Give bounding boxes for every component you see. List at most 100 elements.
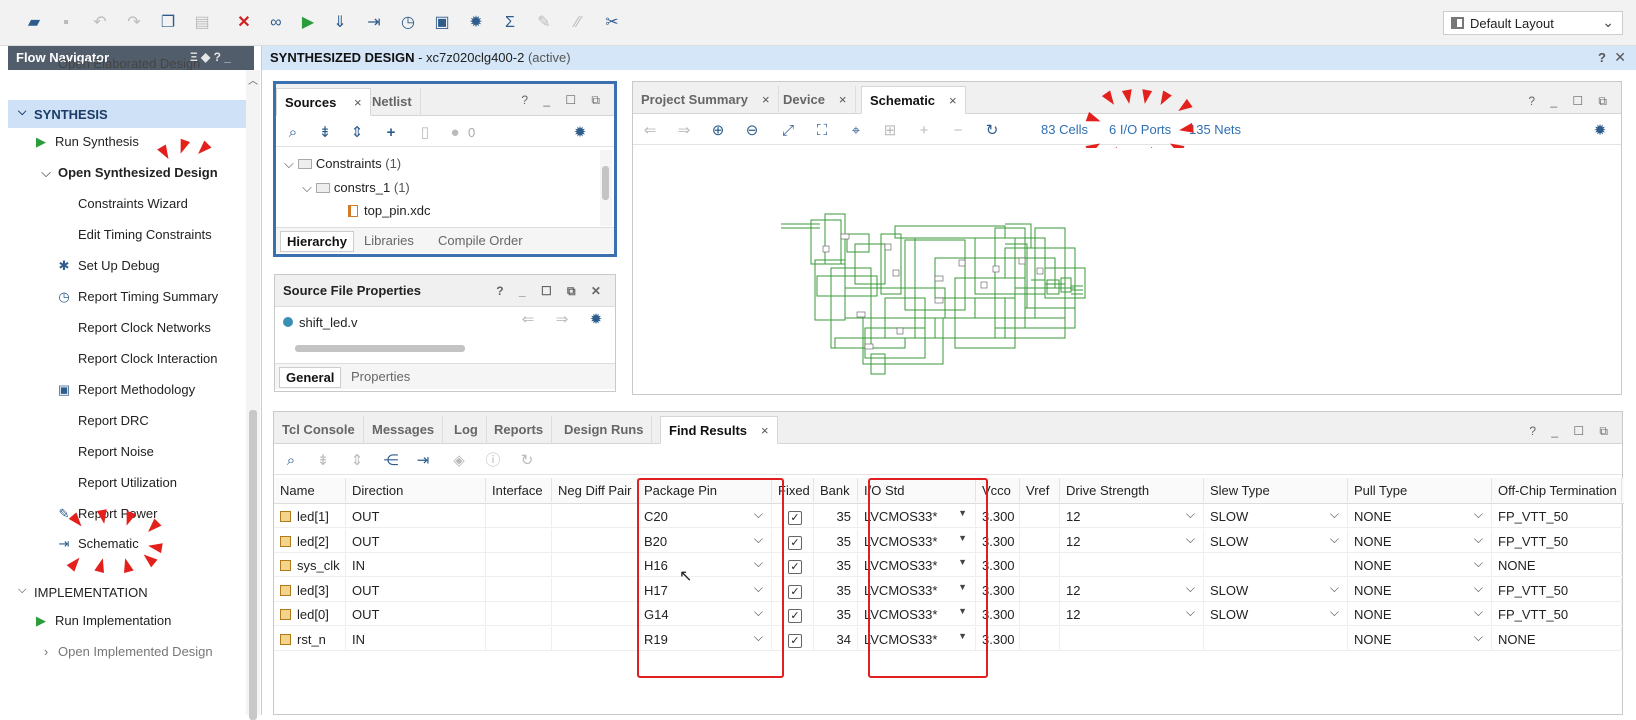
layout-select[interactable]: Default Layout ⌄ xyxy=(1443,11,1623,35)
open-synthesized-design[interactable]: ⌵ Open Synthesized Design xyxy=(41,165,218,180)
chevron-down-icon[interactable]: ⌵ xyxy=(1330,507,1339,522)
cells-count-link[interactable]: 83 Cells xyxy=(1041,122,1088,137)
tree-constrs[interactable]: ⌵ constrs_1 (1) xyxy=(302,180,410,196)
cell-pull[interactable]: NONE ⌵ xyxy=(1348,626,1492,651)
run-icon[interactable]: ▶ xyxy=(298,13,318,33)
save-icon[interactable]: ▪ xyxy=(56,13,76,33)
search-icon[interactable]: ⌕ xyxy=(284,124,302,142)
zoom-out-icon[interactable]: ⊖ xyxy=(743,122,761,140)
nets-count-link[interactable]: 135 Nets xyxy=(1189,122,1241,137)
sources-scrollbar[interactable] xyxy=(600,150,612,226)
tab-design-runs[interactable]: Design Runs xyxy=(556,416,653,444)
report-noise[interactable]: Report Noise xyxy=(78,444,154,459)
close-icon[interactable]: × xyxy=(761,423,769,438)
expand-all-icon[interactable]: ⇕ xyxy=(348,452,366,470)
schematic-canvas[interactable] xyxy=(635,148,1619,392)
panel-controls[interactable]: ? _ ☐ ⧉ xyxy=(1528,94,1613,109)
back-arrow-icon[interactable]: ⇐ xyxy=(641,122,659,140)
col-direction[interactable]: Direction xyxy=(346,478,486,502)
subtab-hierarchy[interactable]: Hierarchy xyxy=(280,231,354,252)
fixed-checkbox[interactable]: ✓ xyxy=(788,633,802,648)
tab-messages[interactable]: Messages xyxy=(364,416,444,444)
checklist-icon[interactable]: ▣ xyxy=(432,13,452,33)
source-file-row[interactable]: shift_led.v xyxy=(283,315,358,330)
section-implementation[interactable]: ⌵ IMPLEMENTATION xyxy=(8,578,246,606)
cell-drive[interactable] xyxy=(1060,553,1204,577)
search-icon[interactable]: ⌕ xyxy=(282,452,300,470)
chevron-down-icon[interactable]: ⌵ xyxy=(1330,605,1339,620)
select-target-icon[interactable]: ⌖ xyxy=(847,122,865,140)
horizontal-scrollbar[interactable] xyxy=(279,343,599,353)
tree-constraints[interactable]: ⌵ Constraints (1) xyxy=(284,156,401,172)
binoculars-icon[interactable]: ∞ xyxy=(266,13,286,33)
tool-a-icon[interactable]: ✎ xyxy=(534,13,554,33)
col-drive-strength[interactable]: Drive Strength xyxy=(1060,478,1204,502)
fixed-checkbox[interactable]: ✓ xyxy=(788,584,802,599)
schematic-item[interactable]: ⇥ Schematic xyxy=(59,536,139,551)
io-ports-link[interactable]: 6 I/O Ports xyxy=(1109,122,1171,137)
undo-icon[interactable]: ↶ xyxy=(90,13,110,33)
report-timing-summary[interactable]: ◷ Report Timing Summary xyxy=(58,289,218,304)
cell-drive[interactable]: 12 ⌵ xyxy=(1060,577,1204,602)
chevron-down-icon[interactable]: ⌵ xyxy=(1474,556,1483,571)
chevron-down-icon[interactable]: ⌵ xyxy=(1186,507,1195,522)
cell-pull[interactable]: NONE ⌵ xyxy=(1348,577,1492,602)
run-synthesis[interactable]: ▶ Run Synthesis xyxy=(36,134,139,149)
subtab-libraries[interactable]: Libraries xyxy=(358,231,420,252)
schematic-icon[interactable]: ⇥ xyxy=(364,13,384,33)
tab-netlist[interactable]: Netlist xyxy=(364,88,421,116)
properties-icon[interactable]: ▯ xyxy=(416,124,434,142)
chevron-down-icon[interactable]: ⌵ xyxy=(1474,605,1483,620)
tool-c-icon[interactable]: ✂ xyxy=(602,13,622,33)
scroll-thumb[interactable] xyxy=(602,166,609,200)
cell-drive[interactable]: 12 ⌵ xyxy=(1060,528,1204,553)
back-arrow-icon[interactable]: ⇐ xyxy=(519,311,537,329)
section-synthesis[interactable]: ⌵ SYNTHESIS xyxy=(8,100,246,128)
chevron-down-icon[interactable]: ⌵ xyxy=(1474,507,1483,522)
report-drc[interactable]: Report DRC xyxy=(78,413,149,428)
close-icon[interactable]: × xyxy=(949,93,957,108)
refresh-icon[interactable]: ↻ xyxy=(983,122,1001,140)
chevron-down-icon[interactable]: ⌵ xyxy=(1474,581,1483,596)
zoom-area-icon[interactable]: ⛶ xyxy=(813,122,831,140)
timer-icon[interactable]: ◷ xyxy=(398,13,418,33)
redo-icon[interactable]: ↷ xyxy=(124,13,144,33)
subtab-general[interactable]: General xyxy=(279,367,342,388)
panel-controls[interactable]: ? _ ☐ ⧉ xyxy=(521,93,606,108)
chevron-down-icon[interactable]: ⌵ xyxy=(1474,532,1483,547)
col-slew-type[interactable]: Slew Type xyxy=(1204,478,1348,502)
chevron-down-icon[interactable]: ⌵ xyxy=(1474,630,1483,645)
add-icon[interactable]: + xyxy=(915,122,933,140)
subtab-compile-order[interactable]: Compile Order xyxy=(432,231,529,252)
cell-pull[interactable]: NONE ⌵ xyxy=(1348,553,1492,577)
run-implementation[interactable]: ▶ Run Implementation xyxy=(36,613,171,628)
cell-pull[interactable]: NONE ⌵ xyxy=(1348,528,1492,553)
chevron-down-icon[interactable]: ⌵ xyxy=(1186,605,1195,620)
zoom-fit-icon[interactable]: ⤢ xyxy=(779,122,797,140)
tab-tcl-console[interactable]: Tcl Console xyxy=(274,416,364,444)
col-neg-diff-pair[interactable]: Neg Diff Pair xyxy=(552,478,638,502)
forward-arrow-icon[interactable]: ⇒ xyxy=(553,311,571,329)
tab-schematic[interactable]: Schematic × xyxy=(861,86,966,114)
cell-slew[interactable] xyxy=(1204,553,1348,577)
close-icon[interactable]: × xyxy=(354,95,362,110)
delete-icon[interactable]: ✕ xyxy=(234,13,254,33)
cell-pull[interactable]: NONE ⌵ xyxy=(1348,602,1492,626)
tab-sources[interactable]: Sources × xyxy=(276,88,371,116)
scroll-thumb[interactable] xyxy=(295,345,465,352)
tool-b-icon[interactable]: ⁄⁄ xyxy=(568,13,588,33)
info-icon[interactable]: ⓘ xyxy=(484,452,502,470)
gear-icon[interactable]: ✹ xyxy=(466,13,486,33)
col-bank[interactable]: Bank xyxy=(814,478,858,502)
close-icon[interactable]: ✕ xyxy=(1614,49,1626,66)
cell-slew[interactable]: SLOW ⌵ xyxy=(1204,528,1348,553)
cell-slew[interactable]: SLOW ⌵ xyxy=(1204,577,1348,602)
chevron-down-icon[interactable]: ⌵ xyxy=(1186,532,1195,547)
expand-all-icon[interactable]: ⇕ xyxy=(348,124,366,142)
col-interface[interactable]: Interface xyxy=(486,478,552,502)
report-clock-networks[interactable]: Report Clock Networks xyxy=(78,320,211,335)
collapse-all-icon[interactable]: ⇟ xyxy=(316,124,334,142)
cell-pull[interactable]: NONE ⌵ xyxy=(1348,504,1492,528)
cell-slew[interactable] xyxy=(1204,626,1348,651)
fixed-checkbox[interactable]: ✓ xyxy=(788,560,802,574)
